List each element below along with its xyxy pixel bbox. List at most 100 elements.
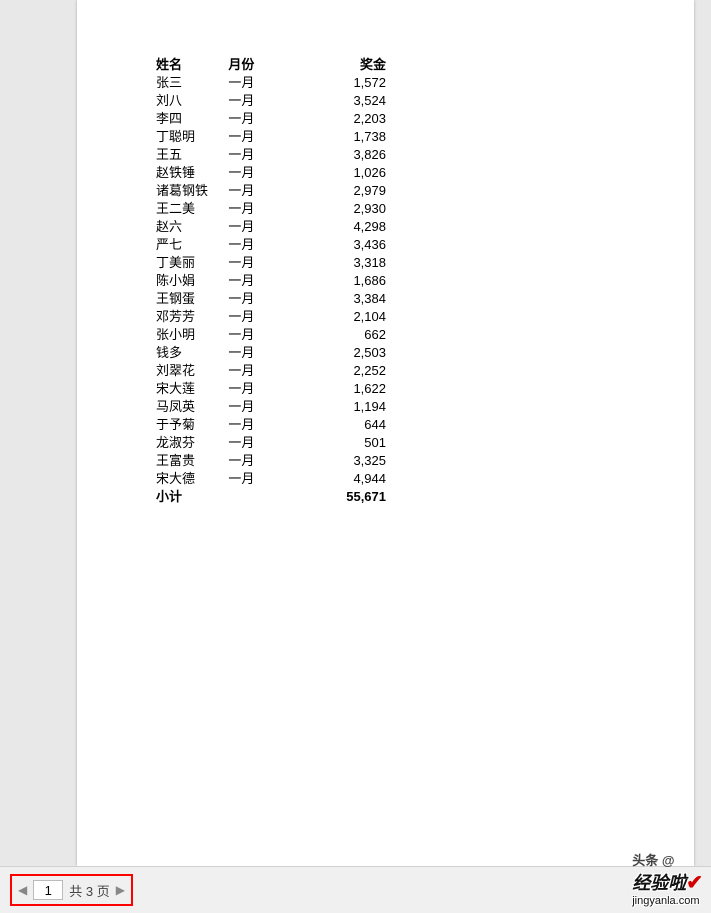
table-row: 宋大德一月4,944	[156, 470, 386, 488]
cell-bonus: 2,252	[288, 362, 386, 380]
table-row: 陈小娟一月1,686	[156, 272, 386, 290]
cell-name: 刘翠花	[156, 362, 228, 380]
table-container: 姓名 月份 奖金 张三一月1,572刘八一月3,524李四一月2,203丁聪明一…	[156, 56, 416, 506]
cell-month: 一月	[228, 326, 288, 344]
cell-month: 一月	[228, 416, 288, 434]
pager-suffix: 页	[93, 884, 110, 899]
subtotal-label: 小计	[156, 488, 228, 506]
cell-month: 一月	[228, 344, 288, 362]
cell-name: 张小明	[156, 326, 228, 344]
cell-name: 陈小娟	[156, 272, 228, 290]
cell-name: 严七	[156, 236, 228, 254]
pager-prefix: 共	[69, 884, 86, 899]
cell-bonus: 4,298	[288, 218, 386, 236]
cell-month: 一月	[228, 92, 288, 110]
cell-name: 丁聪明	[156, 128, 228, 146]
table-row: 于予菊一月644	[156, 416, 386, 434]
cell-name: 赵六	[156, 218, 228, 236]
cell-month: 一月	[228, 470, 288, 488]
table-header-row: 姓名 月份 奖金	[156, 56, 386, 74]
cell-name: 李四	[156, 110, 228, 128]
subtotal-row: 小计 55,671	[156, 488, 386, 506]
cell-bonus: 1,572	[288, 74, 386, 92]
table-row: 张三一月1,572	[156, 74, 386, 92]
document-page: 姓名 月份 奖金 张三一月1,572刘八一月3,524李四一月2,203丁聪明一…	[77, 0, 694, 866]
cell-bonus: 1,622	[288, 380, 386, 398]
cell-month: 一月	[228, 74, 288, 92]
cell-bonus: 1,194	[288, 398, 386, 416]
cell-name: 刘八	[156, 92, 228, 110]
cell-month: 一月	[228, 128, 288, 146]
watermark-site: jingyanla.com	[632, 895, 703, 907]
cell-bonus: 3,318	[288, 254, 386, 272]
cell-name: 王富贵	[156, 452, 228, 470]
cell-name: 王二美	[156, 200, 228, 218]
cell-name: 张三	[156, 74, 228, 92]
table-row: 钱多一月2,503	[156, 344, 386, 362]
bonus-table: 姓名 月份 奖金 张三一月1,572刘八一月3,524李四一月2,203丁聪明一…	[156, 56, 386, 506]
table-row: 马凤英一月1,194	[156, 398, 386, 416]
cell-month: 一月	[228, 236, 288, 254]
cell-bonus: 2,104	[288, 308, 386, 326]
cell-name: 赵铁锤	[156, 164, 228, 182]
cell-month: 一月	[228, 254, 288, 272]
check-icon: ✔	[686, 872, 703, 894]
table-row: 王二美一月2,930	[156, 200, 386, 218]
pager-total: 3	[86, 884, 93, 899]
table-row: 王钢蛋一月3,384	[156, 290, 386, 308]
cell-bonus: 3,325	[288, 452, 386, 470]
next-page-icon[interactable]: ▶	[116, 883, 125, 897]
cell-month: 一月	[228, 146, 288, 164]
table-row: 王五一月3,826	[156, 146, 386, 164]
cell-name: 丁美丽	[156, 254, 228, 272]
cell-bonus: 644	[288, 416, 386, 434]
cell-month: 一月	[228, 200, 288, 218]
cell-name: 邓芳芳	[156, 308, 228, 326]
table-row: 赵六一月4,298	[156, 218, 386, 236]
table-row: 丁聪明一月1,738	[156, 128, 386, 146]
cell-bonus: 662	[288, 326, 386, 344]
cell-month: 一月	[228, 434, 288, 452]
cell-bonus: 501	[288, 434, 386, 452]
cell-name: 龙淑芬	[156, 434, 228, 452]
table-row: 丁美丽一月3,318	[156, 254, 386, 272]
cell-name: 王钢蛋	[156, 290, 228, 308]
cell-name: 钱多	[156, 344, 228, 362]
header-name: 姓名	[156, 56, 228, 74]
cell-month: 一月	[228, 182, 288, 200]
table-row: 严七一月3,436	[156, 236, 386, 254]
cell-bonus: 2,203	[288, 110, 386, 128]
page-number-input[interactable]	[33, 880, 63, 900]
cell-month: 一月	[228, 290, 288, 308]
watermark-brand: 经验啦	[632, 873, 686, 893]
table-row: 龙淑芬一月501	[156, 434, 386, 452]
cell-month: 一月	[228, 110, 288, 128]
table-row: 刘八一月3,524	[156, 92, 386, 110]
cell-bonus: 2,503	[288, 344, 386, 362]
cell-month: 一月	[228, 452, 288, 470]
table-row: 李四一月2,203	[156, 110, 386, 128]
cell-bonus: 1,026	[288, 164, 386, 182]
cell-bonus: 1,686	[288, 272, 386, 290]
cell-month: 一月	[228, 308, 288, 326]
cell-bonus: 2,979	[288, 182, 386, 200]
pagination-bar: ◀ 共 3 页 ▶	[0, 866, 711, 913]
cell-name: 马凤英	[156, 398, 228, 416]
cell-name: 诸葛钢铁	[156, 182, 228, 200]
cell-month: 一月	[228, 218, 288, 236]
cell-month: 一月	[228, 164, 288, 182]
cell-month: 一月	[228, 380, 288, 398]
header-bonus: 奖金	[288, 56, 386, 74]
prev-page-icon[interactable]: ◀	[18, 883, 27, 897]
cell-bonus: 3,436	[288, 236, 386, 254]
subtotal-bonus: 55,671	[288, 488, 386, 506]
cell-name: 王五	[156, 146, 228, 164]
table-row: 宋大莲一月1,622	[156, 380, 386, 398]
table-row: 邓芳芳一月2,104	[156, 308, 386, 326]
cell-name: 于予菊	[156, 416, 228, 434]
pagination-highlight: ◀ 共 3 页 ▶	[10, 874, 133, 906]
watermark: 头条 @ 经验啦✔ jingyanla.com	[632, 850, 703, 907]
table-row: 张小明一月662	[156, 326, 386, 344]
table-row: 王富贵一月3,325	[156, 452, 386, 470]
cell-name: 宋大莲	[156, 380, 228, 398]
